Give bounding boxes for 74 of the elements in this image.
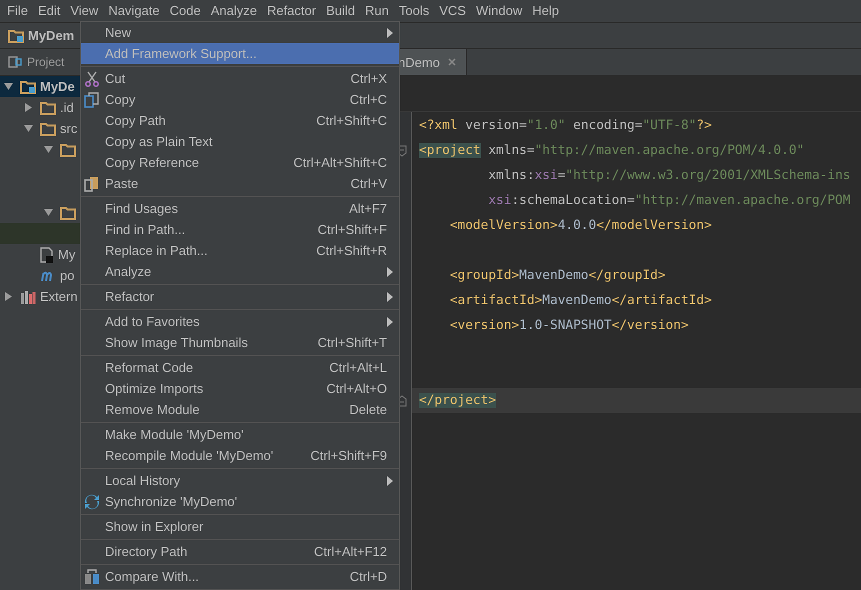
expand-arrow-icon[interactable] xyxy=(4,292,13,301)
module-folder-icon xyxy=(8,28,24,42)
tree-item-label[interactable]: My xyxy=(58,247,76,262)
collapse-arrow-icon[interactable] xyxy=(4,82,13,91)
tree-item-label[interactable]: .id xyxy=(60,100,74,115)
paste-icon xyxy=(84,176,99,192)
tool-window-title[interactable]: Project xyxy=(27,55,64,69)
menu-item[interactable]: Local History xyxy=(81,470,399,491)
menu-item[interactable]: Find Usages Alt+F7 xyxy=(81,198,399,219)
tree-item-label[interactable]: Extern xyxy=(40,289,78,304)
menu-item[interactable]: Compare With... Ctrl+D xyxy=(81,566,399,587)
code-line: <modelVersion>4.0.0</modelVersion> xyxy=(448,217,712,235)
tree-item-label[interactable]: po xyxy=(60,268,74,283)
sync-icon xyxy=(84,494,100,510)
menu-item[interactable]: Copy as Plain Text xyxy=(81,131,399,152)
library-icon xyxy=(20,290,36,304)
tree-item-label[interactable]: src xyxy=(60,121,78,136)
menu-bar-item[interactable]: Run xyxy=(360,0,394,22)
menu-item[interactable]: Copy Path Ctrl+Shift+C xyxy=(81,110,399,131)
menu-item[interactable]: Show in Explorer xyxy=(81,516,399,537)
menu-bar-item[interactable]: Analyze xyxy=(206,0,262,22)
code-line: <?xml version="1.0" encoding="UTF-8"?> xyxy=(419,117,712,135)
project-view-icon xyxy=(8,56,22,68)
menu-bar-item[interactable]: Help xyxy=(527,0,564,22)
menu-bar-item[interactable]: Refactor xyxy=(262,0,322,22)
menu-item[interactable]: Copy Ctrl+C xyxy=(81,89,399,110)
menu-item[interactable]: Find in Path... Ctrl+Shift+F xyxy=(81,219,399,240)
menu-item[interactable]: Show Image Thumbnails Ctrl+Shift+T xyxy=(81,332,399,353)
menu-item[interactable]: Recompile Module 'MyDemo' Ctrl+Shift+F9 xyxy=(81,445,399,466)
menu-item[interactable]: Copy Reference Ctrl+Alt+Shift+C xyxy=(81,152,399,173)
menu-item[interactable]: New xyxy=(81,22,399,43)
menu-item[interactable]: Add to Favorites xyxy=(81,311,399,332)
menu-item[interactable]: Make Module 'MyDemo' xyxy=(81,424,399,445)
folder-icon xyxy=(60,206,76,220)
close-icon[interactable] xyxy=(448,58,456,66)
breadcrumb[interactable]: MyDem xyxy=(28,28,74,43)
menu-item[interactable]: Synchronize 'MyDemo' xyxy=(81,491,399,512)
collapse-arrow-icon[interactable] xyxy=(44,208,53,217)
menu-item[interactable]: Analyze xyxy=(81,261,399,282)
menu-item[interactable]: Reformat Code Ctrl+Alt+L xyxy=(81,357,399,378)
collapse-arrow-icon[interactable] xyxy=(24,124,33,133)
copy-icon xyxy=(84,92,99,108)
folder-icon xyxy=(60,142,76,156)
menu-item[interactable]: Remove Module Delete xyxy=(81,399,399,420)
menu-bar-item[interactable]: View xyxy=(65,0,104,22)
menu-bar-item[interactable]: Build xyxy=(321,0,360,22)
menu-item[interactable]: Optimize Imports Ctrl+Alt+O xyxy=(81,378,399,399)
compare-icon xyxy=(84,568,100,584)
folder-icon xyxy=(40,122,56,136)
menu-item[interactable]: Directory Path Ctrl+Alt+F12 xyxy=(81,541,399,562)
file-icon xyxy=(40,246,54,262)
code-line: <version>1.0-SNAPSHOT</version> xyxy=(448,317,689,335)
code-line: xsi:schemaLocation="http://maven.apache.org/POM xyxy=(487,192,850,210)
code-line: <groupId>MavenDemo</groupId> xyxy=(448,267,666,285)
scissors-icon xyxy=(84,70,100,86)
tree-item-label[interactable]: MyDe xyxy=(40,79,75,94)
menu-item[interactable]: Replace in Path... Ctrl+Shift+R xyxy=(81,240,399,261)
code-line: <artifactId>MavenDemo</artifactId> xyxy=(448,292,712,310)
collapse-arrow-icon[interactable] xyxy=(44,145,53,154)
menu-item[interactable]: Refactor xyxy=(81,286,399,307)
menu-bar-item[interactable]: Navigate xyxy=(103,0,165,22)
menu-bar-item[interactable]: Tools xyxy=(394,0,434,22)
module-folder-icon xyxy=(20,80,36,94)
menu-item[interactable]: Cut Ctrl+X xyxy=(81,68,399,89)
menu-bar-item[interactable]: Edit xyxy=(32,0,66,22)
code-line: xmlns:xsi="http://www.w3.org/2001/XMLSchema-ins xyxy=(487,167,850,185)
menu-bar-item[interactable]: Window xyxy=(470,0,528,22)
code-line: <project xmlns="http://maven.apache.org/POM/4.0.0" xyxy=(419,142,804,160)
expand-arrow-icon[interactable] xyxy=(24,103,33,112)
menu-bar-item[interactable]: VCS xyxy=(434,0,471,22)
menu-bar-item[interactable]: Code xyxy=(164,0,206,22)
menu-bar-item[interactable]: File xyxy=(2,0,33,22)
menu-item[interactable]: Paste Ctrl+V xyxy=(81,173,399,194)
folder-icon xyxy=(40,100,56,114)
